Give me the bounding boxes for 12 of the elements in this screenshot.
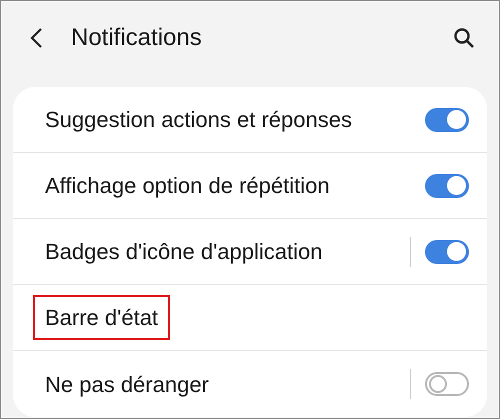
toggle-switch[interactable] (425, 240, 469, 264)
setting-label[interactable]: Badges d'icône d'application (33, 229, 334, 274)
search-icon[interactable] (453, 27, 475, 49)
toggle-switch[interactable] (425, 108, 469, 132)
toggle-switch[interactable] (425, 372, 469, 396)
setting-label[interactable]: Barre d'état (33, 295, 170, 340)
setting-label[interactable]: Ne pas déranger (33, 362, 221, 406)
back-icon[interactable] (29, 27, 43, 49)
toggle-switch[interactable] (425, 174, 469, 198)
page-title: Notifications (71, 23, 202, 53)
setting-label[interactable]: Affichage option de répétition (33, 163, 342, 208)
setting-label[interactable]: Suggestion actions et réponses (33, 97, 364, 142)
